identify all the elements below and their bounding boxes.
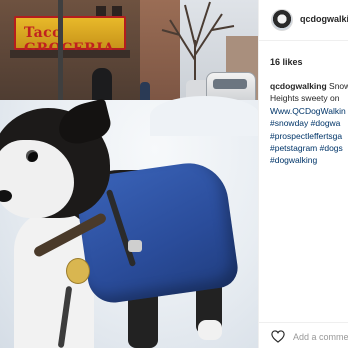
caption-line: qcdogwalking Snow [270, 80, 348, 92]
avatar[interactable] [271, 9, 293, 31]
post-header: qcdogwalking [259, 0, 348, 41]
coat-buckle [128, 240, 142, 252]
post-sidebar: qcdogwalking 16 likes qcdogwalking Snow … [258, 0, 348, 348]
grocery-storefront: Taco GROCERIA [0, 0, 140, 112]
dog-paw [198, 320, 222, 340]
store-sign: Taco GROCERIA [14, 16, 126, 57]
street-pole [58, 0, 63, 110]
caption-author[interactable]: qcdogwalking [270, 81, 327, 91]
hashtag-line[interactable]: #prospectleffertsga [270, 130, 348, 142]
awning [10, 50, 130, 58]
post-photo[interactable]: Taco GROCERIA [0, 0, 258, 348]
heart-icon[interactable] [271, 330, 285, 343]
hashtag-line[interactable]: #petstagram #dogs [270, 142, 348, 154]
snow-bank [150, 96, 258, 136]
hashtag-line[interactable]: #snowday #dogwa [270, 117, 348, 129]
dog-eye [26, 150, 38, 162]
username-link[interactable]: qcdogwalking [300, 14, 348, 24]
caption-text: Snow [326, 81, 348, 91]
hashtag-line[interactable]: #dogwalking [270, 154, 348, 166]
comment-input[interactable] [293, 330, 348, 344]
caption-link[interactable]: Www.QCDogWalkin [270, 105, 348, 117]
caption-line: Heights sweety on [270, 93, 340, 104]
likes-count[interactable]: 16 likes [270, 57, 303, 67]
post-caption: qcdogwalking Snow Heights sweety on Www.… [270, 80, 348, 167]
comment-bar [259, 322, 348, 348]
dog-tag [66, 258, 90, 284]
